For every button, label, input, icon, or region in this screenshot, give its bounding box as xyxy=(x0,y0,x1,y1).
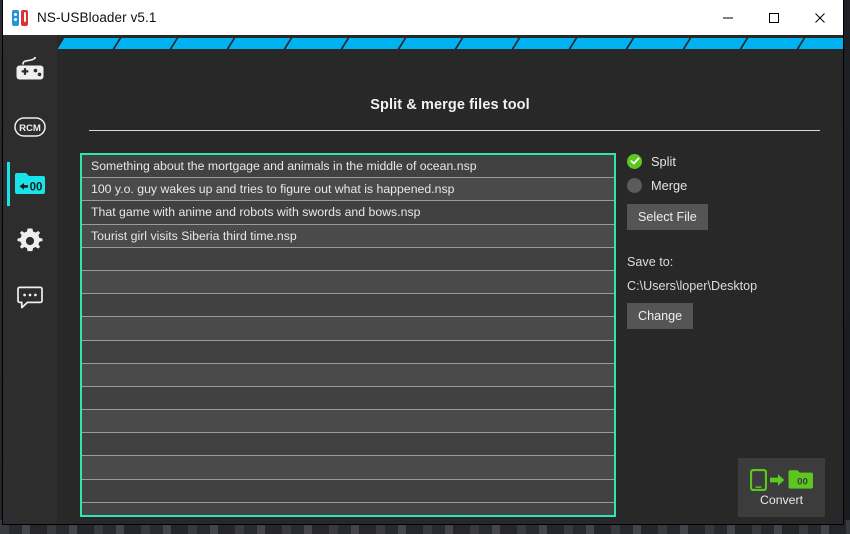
minimize-button[interactable] xyxy=(705,0,751,35)
file-list-row[interactable] xyxy=(82,387,614,410)
convert-icon-group: 00 xyxy=(750,469,813,491)
file-name: Tourist girl visits Siberia third time.n… xyxy=(91,229,297,243)
folder-split-icon: 00 xyxy=(14,171,46,197)
page-title: Split & merge files tool xyxy=(57,97,843,113)
stripe xyxy=(628,38,690,49)
file-list-row[interactable]: That game with anime and robots with swo… xyxy=(82,201,614,224)
select-file-button[interactable]: Select File xyxy=(627,204,708,230)
radio-merge-indicator xyxy=(627,178,642,193)
gear-icon xyxy=(16,227,44,255)
stripe xyxy=(115,38,177,49)
sidebar-item-settings[interactable] xyxy=(3,218,57,264)
save-to-label: Save to: xyxy=(627,252,850,273)
header-divider xyxy=(89,130,820,131)
change-button[interactable]: Change xyxy=(627,303,693,329)
radio-split-label: Split xyxy=(651,154,676,169)
file-list-row[interactable] xyxy=(82,410,614,433)
file-list-row[interactable] xyxy=(82,480,614,503)
sidebar-item-gamepad[interactable] xyxy=(3,47,57,93)
sidebar-item-messages[interactable] xyxy=(3,275,57,321)
file-name: Something about the mortgage and animals… xyxy=(91,159,477,173)
file-list-row[interactable]: Tourist girl visits Siberia third time.n… xyxy=(82,225,614,248)
device-icon xyxy=(750,469,767,491)
window-controls xyxy=(705,0,843,35)
radio-merge-label: Merge xyxy=(651,178,687,193)
stripe xyxy=(286,38,348,49)
file-list-row[interactable] xyxy=(82,456,614,479)
close-button[interactable] xyxy=(797,0,843,35)
stripe xyxy=(172,38,234,49)
sidebar-item-rcm[interactable]: RCM xyxy=(3,104,57,150)
radio-split[interactable]: Split xyxy=(627,150,850,172)
window-body: RCM 00 xyxy=(3,35,843,524)
radio-merge[interactable]: Merge xyxy=(627,174,850,196)
application-window: NS-USBloader v5.1 xyxy=(3,0,843,524)
file-list-row[interactable]: 100 y.o. guy wakes up and tries to figur… xyxy=(82,178,614,201)
stripe xyxy=(685,38,747,49)
stripe xyxy=(457,38,519,49)
svg-text:00: 00 xyxy=(797,476,808,487)
sidebar-item-split-merge[interactable]: 00 xyxy=(3,161,57,207)
stripe xyxy=(58,38,120,49)
file-list[interactable]: Something about the mortgage and animals… xyxy=(80,153,616,517)
main-content: Split & merge files tool Something about… xyxy=(57,35,843,524)
radio-split-indicator xyxy=(627,154,642,169)
rcm-icon: RCM xyxy=(14,117,46,137)
gamepad-icon xyxy=(15,57,45,83)
file-list-row[interactable] xyxy=(82,294,614,317)
convert-button[interactable]: 00 Convert xyxy=(738,458,825,517)
window-title: NS-USBloader v5.1 xyxy=(37,10,157,25)
svg-text:RCM: RCM xyxy=(19,123,41,134)
speech-bubble-icon xyxy=(16,286,44,310)
file-list-row[interactable]: Something about the mortgage and animals… xyxy=(82,155,614,178)
stripe xyxy=(742,38,804,49)
stripe xyxy=(514,38,576,49)
convert-button-label: Convert xyxy=(760,493,803,507)
file-list-row[interactable] xyxy=(82,248,614,271)
file-name: 100 y.o. guy wakes up and tries to figur… xyxy=(91,182,454,196)
stripe xyxy=(571,38,633,49)
svg-text:00: 00 xyxy=(30,182,43,194)
stripe xyxy=(343,38,405,49)
file-list-row[interactable] xyxy=(82,341,614,364)
stripe xyxy=(799,38,843,49)
file-list-row[interactable] xyxy=(82,364,614,387)
folder-00-icon: 00 xyxy=(788,469,813,490)
maximize-button[interactable] xyxy=(751,0,797,35)
decorative-stripes xyxy=(57,35,843,52)
save-to-path: C:\Users\loper\Desktop xyxy=(627,276,850,297)
title-bar: NS-USBloader v5.1 xyxy=(3,0,843,35)
options-panel: Split Merge Select File Save to: C:\User… xyxy=(627,150,850,329)
ns-usbloader-icon xyxy=(12,10,28,26)
stripe xyxy=(229,38,291,49)
arrow-right-icon xyxy=(770,473,785,487)
save-to-block: Save to: C:\Users\loper\Desktop Change xyxy=(627,252,850,329)
file-list-row[interactable] xyxy=(82,317,614,340)
stripe xyxy=(400,38,462,49)
file-name: That game with anime and robots with swo… xyxy=(91,205,420,219)
file-list-row[interactable] xyxy=(82,433,614,456)
file-list-row[interactable] xyxy=(82,271,614,294)
sidebar: RCM 00 xyxy=(3,35,57,524)
